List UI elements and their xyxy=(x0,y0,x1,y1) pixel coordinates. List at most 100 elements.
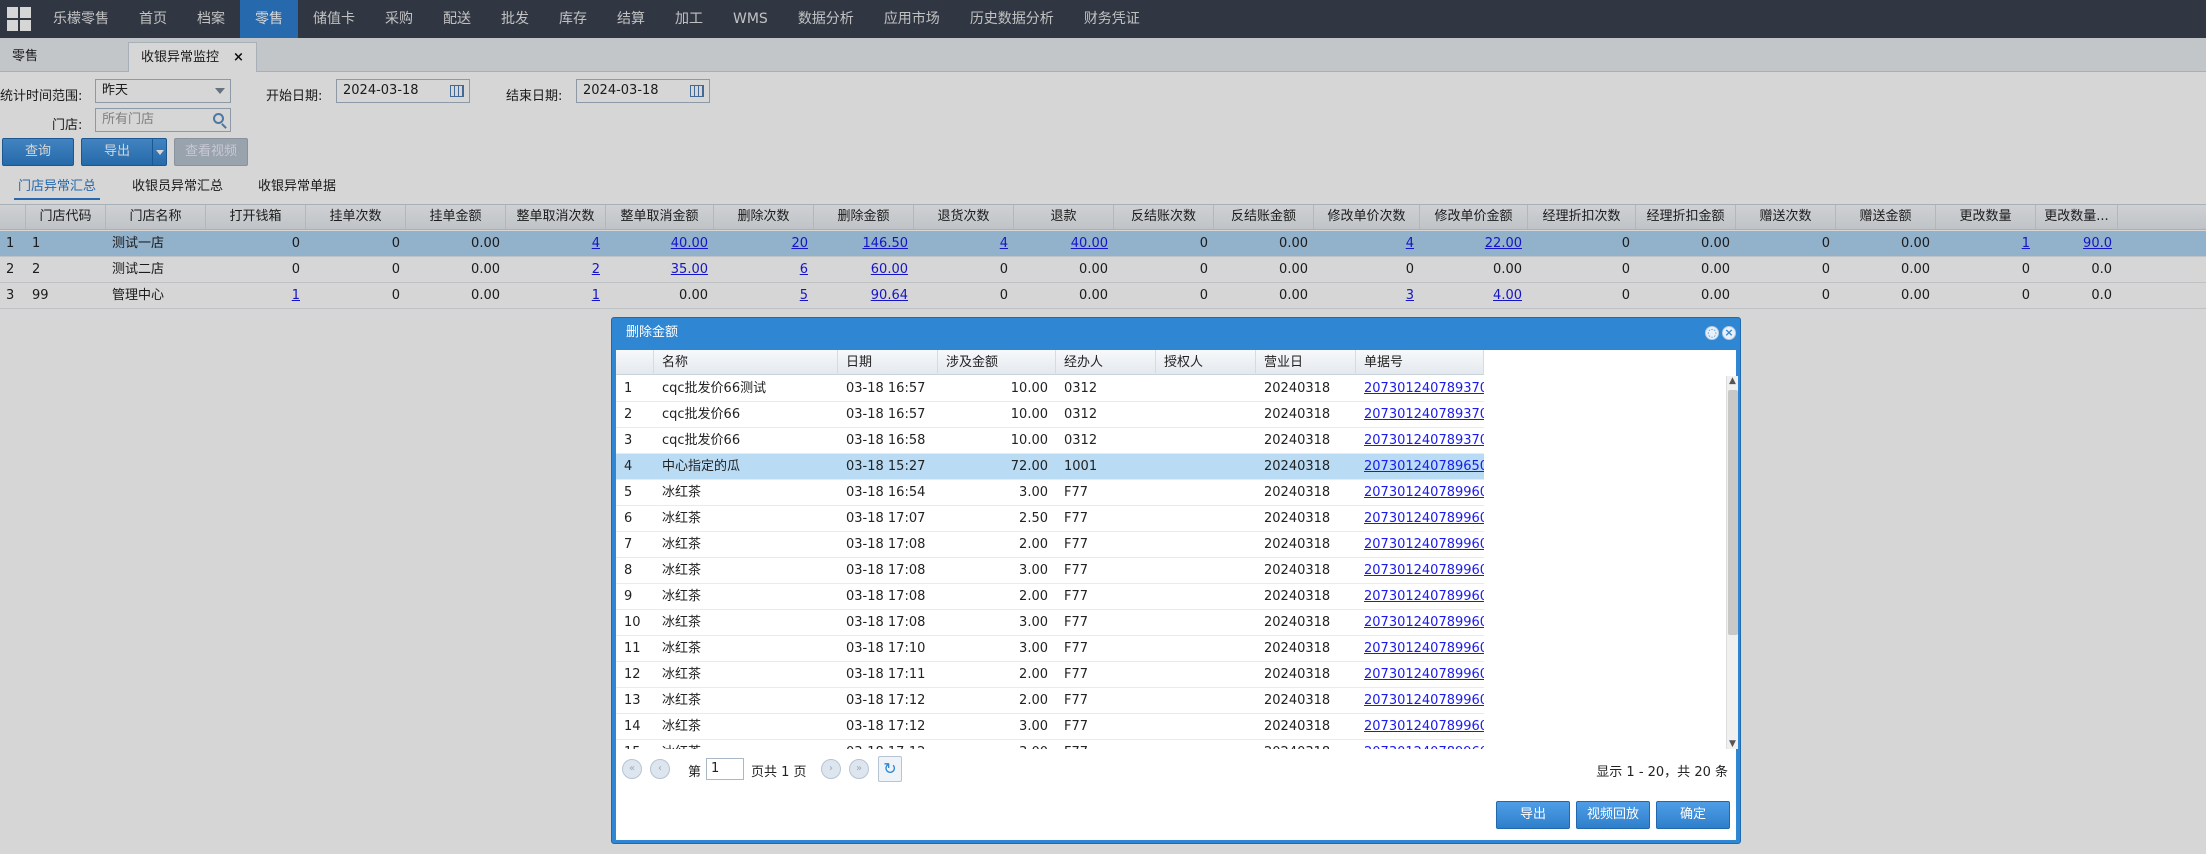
dialog-cell: 2.00 xyxy=(1019,537,1048,552)
dialog-cell: 03-18 17:12 xyxy=(838,740,938,749)
dialog-cell xyxy=(1156,662,1256,687)
next-page-icon[interactable]: › xyxy=(821,759,841,779)
doc-number-link[interactable]: 207301240789370002 xyxy=(1356,402,1484,427)
close-icon[interactable]: × xyxy=(1722,326,1736,340)
dialog-cell: 10.00 xyxy=(1010,407,1048,422)
dialog-cell: 3.00 xyxy=(938,740,1056,749)
dialog-cell: 冰红茶 xyxy=(662,511,702,526)
dialog-table-row[interactable]: 12 冰红茶 03-18 17:11 2.00 F77 20240318 207301240… xyxy=(616,662,1484,688)
dialog-cell: 冰红茶 xyxy=(654,740,838,749)
dialog-cell: 03-18 17:08 xyxy=(846,615,926,630)
dialog-cell xyxy=(1156,532,1256,557)
dialog-table-row[interactable]: 4 中心指定的瓜 03-18 15:27 72.00 1001 20240318 20730… xyxy=(616,454,1484,480)
page-number-input[interactable]: 1 xyxy=(706,758,744,780)
dialog-cell: 2.00 xyxy=(1019,667,1048,682)
dialog-cell xyxy=(1156,428,1256,453)
prev-page-icon[interactable]: ‹ xyxy=(650,759,670,779)
dialog-title: 删除金额 xyxy=(626,325,679,340)
doc-number-link[interactable]: 207301240789960006 xyxy=(1356,688,1484,713)
dialog-cell: 10.00 xyxy=(1010,381,1048,396)
dialog-table-body: 1 cqc批发价66测试 03-18 16:57 10.00 0312 20240318 2… xyxy=(616,376,1736,749)
doc-number-link[interactable]: 207301240789960001 xyxy=(1356,480,1484,505)
dialog-table-row[interactable]: 15冰红茶03-18 17:123.00F77 20240318207301240… xyxy=(616,740,1484,749)
scroll-thumb[interactable] xyxy=(1728,390,1738,635)
doc-number-link[interactable]: 207301240789650001 xyxy=(1356,454,1484,479)
dialog-cell: 03-18 17:08 xyxy=(846,563,926,578)
doc-number-link[interactable]: 207301240789960006 xyxy=(1356,636,1484,661)
video-playback-button[interactable]: 视频回放 xyxy=(1576,801,1650,829)
doc-number-link[interactable]: 207301240789960006 xyxy=(1356,506,1484,531)
dialog-cell: cqc批发价66 xyxy=(662,433,741,448)
dialog-body: 名称 日期 涉及金额 经办人 授权人 营业日 单据号 1 cqc批发价66测试 03-18 16… xyxy=(616,350,1738,840)
dialog-table-row[interactable]: 11 冰红茶 03-18 17:10 3.00 F77 20240318 207301240… xyxy=(616,636,1484,662)
doc-number-link[interactable]: 207301240789370002 xyxy=(1356,376,1484,401)
scroll-up-icon[interactable]: ▲ xyxy=(1729,376,1736,386)
dialog-cell: 20240318 xyxy=(1264,381,1331,396)
dialog-cell: 冰红茶 xyxy=(662,667,702,682)
dialog-cell: F77 xyxy=(1064,693,1089,708)
dialog-cell: 0312 xyxy=(1064,433,1098,448)
scroll-down-icon[interactable]: ▼ xyxy=(1729,739,1736,749)
dialog-table-row[interactable]: 9 冰红茶 03-18 17:08 2.00 F77 20240318 2073012407… xyxy=(616,584,1484,610)
dialog-column-header[interactable]: 涉及金额 xyxy=(938,350,1056,375)
dialog-footer: 导出 视频回放 确定 xyxy=(616,794,1736,840)
doc-number-link[interactable]: 207301240789370002 xyxy=(1356,428,1484,453)
dialog-cell: 1 xyxy=(624,381,633,396)
dialog-cell: 20240318 xyxy=(1264,459,1331,474)
doc-number-link[interactable]: 207301240789960006 xyxy=(1356,558,1484,583)
dialog-table-row[interactable]: 1 cqc批发价66测试 03-18 16:57 10.00 0312 20240318 2… xyxy=(616,376,1484,402)
dialog-column-header[interactable]: 名称 xyxy=(654,350,838,375)
dialog-table-row[interactable]: 13 冰红茶 03-18 17:12 2.00 F77 20240318 207301240… xyxy=(616,688,1484,714)
dialog-cell: 14 xyxy=(624,719,641,734)
vertical-scrollbar[interactable]: ▲ ▼ xyxy=(1726,376,1738,749)
confirm-button[interactable]: 确定 xyxy=(1656,801,1730,829)
dialog-table-row[interactable]: 10 冰红茶 03-18 17:08 3.00 F77 20240318 207301240… xyxy=(616,610,1484,636)
dialog-table-row[interactable]: 5 冰红茶 03-18 16:54 3.00 F77 20240318 2073012407… xyxy=(616,480,1484,506)
dialog-cell: 0312 xyxy=(1064,381,1098,396)
page-prefix: 第 xyxy=(688,765,702,780)
dialog-column-header[interactable]: 单据号 xyxy=(1356,350,1484,375)
doc-number-link[interactable]: 207301240789960006 xyxy=(1356,610,1484,635)
dialog-cell: 20240318 xyxy=(1264,589,1331,604)
dialog-cell: 03-18 17:11 xyxy=(846,667,926,682)
dialog-table-row[interactable]: 8 冰红茶 03-18 17:08 3.00 F77 20240318 2073012407… xyxy=(616,558,1484,584)
dialog-cell: 冰红茶 xyxy=(662,719,702,734)
dialog-cell: 03-18 17:08 xyxy=(846,589,926,604)
dialog-column-header[interactable]: 营业日 xyxy=(1256,350,1356,375)
doc-number-link[interactable]: 207301240789960006 xyxy=(1356,532,1484,557)
dialog-cell xyxy=(1156,636,1256,661)
dialog-table-row[interactable]: 14 冰红茶 03-18 17:12 3.00 F77 20240318 207301240… xyxy=(616,714,1484,740)
dialog-cell: 20240318 xyxy=(1264,615,1331,630)
dialog-export-button[interactable]: 导出 xyxy=(1496,801,1570,829)
doc-number-link[interactable]: 207301240789960006 xyxy=(1356,714,1484,739)
dialog-table-row[interactable]: 3 cqc批发价66 03-18 16:58 10.00 0312 20240318 207… xyxy=(616,428,1484,454)
dialog-cell: 20240318 xyxy=(1264,511,1331,526)
dialog-cell: 8 xyxy=(624,563,633,578)
refresh-icon[interactable]: ↻ xyxy=(878,756,902,782)
dialog-cell xyxy=(1156,688,1256,713)
dialog-cell: 6 xyxy=(624,511,633,526)
doc-number-link[interactable]: 207301240789960006 xyxy=(1356,740,1484,749)
dialog-cell: 冰红茶 xyxy=(662,615,702,630)
dialog-cell: F77 xyxy=(1064,485,1089,500)
dialog-column-header[interactable]: 经办人 xyxy=(1056,350,1156,375)
dialog-column-header[interactable]: 日期 xyxy=(838,350,938,375)
dialog-cell: 11 xyxy=(624,641,641,656)
doc-number-link[interactable]: 207301240789960006 xyxy=(1356,584,1484,609)
dialog-cell: 03-18 16:57 xyxy=(846,381,926,396)
dialog-table-row[interactable]: 6 冰红茶 03-18 17:07 2.50 F77 20240318 2073012407… xyxy=(616,506,1484,532)
dialog-cell: 2.00 xyxy=(1019,589,1048,604)
dialog-cell: 03-18 17:08 xyxy=(846,537,926,552)
dialog-cell xyxy=(1156,740,1256,749)
dialog-cell: 03-18 17:10 xyxy=(846,641,926,656)
dialog-table-row[interactable]: 7 冰红茶 03-18 17:08 2.00 F77 20240318 2073012407… xyxy=(616,532,1484,558)
dialog-cell: F77 xyxy=(1064,537,1089,552)
dialog-column-header[interactable]: 授权人 xyxy=(1156,350,1256,375)
dialog-cell: F77 xyxy=(1064,641,1089,656)
last-page-icon[interactable]: » xyxy=(849,759,869,779)
dialog-cell: 10.00 xyxy=(1010,433,1048,448)
first-page-icon[interactable]: « xyxy=(622,759,642,779)
dialog-table-row[interactable]: 2 cqc批发价66 03-18 16:57 10.00 0312 20240318 207… xyxy=(616,402,1484,428)
doc-number-link[interactable]: 207301240789960006 xyxy=(1356,662,1484,687)
restore-icon[interactable]: ◌ xyxy=(1705,326,1719,340)
